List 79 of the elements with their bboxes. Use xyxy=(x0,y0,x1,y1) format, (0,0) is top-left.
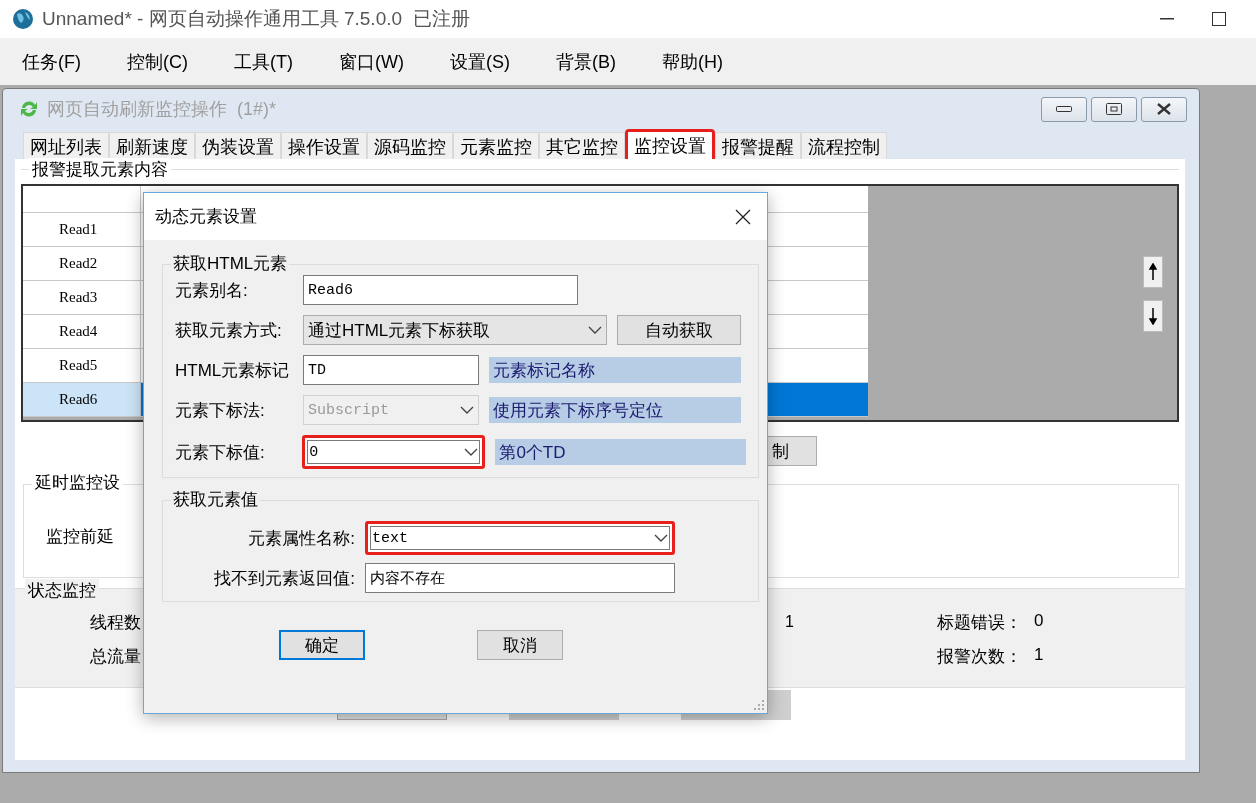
field-hint: 元素标记名称 xyxy=(489,357,741,383)
menu-item[interactable]: 窗口(W) xyxy=(328,45,414,78)
status-label: 报警次数： xyxy=(937,646,1022,668)
field-label: 元素别名: xyxy=(175,279,249,302)
status-label: 标题错误： xyxy=(937,612,1022,634)
chevron-down-icon xyxy=(460,405,474,415)
minimize-icon[interactable] xyxy=(1160,18,1174,20)
tab[interactable]: 监控设置 xyxy=(625,129,715,159)
tab[interactable]: 伪装设置 xyxy=(195,132,281,159)
dialog-title: 动态元素设置 xyxy=(155,206,257,228)
group-title: 获取元素值 xyxy=(171,488,260,511)
status-value: 0 xyxy=(1034,611,1044,632)
group-title: 状态监控 xyxy=(25,579,99,602)
tab[interactable]: 源码监控 xyxy=(367,132,453,159)
chevron-down-icon xyxy=(464,447,479,457)
auto-get-button[interactable]: 自动获取 xyxy=(617,315,741,345)
status-label: 总流量 xyxy=(90,646,141,668)
field-label: 获取元素方式: xyxy=(175,319,283,342)
row-header-cell[interactable]: Read4 xyxy=(23,315,141,349)
tab[interactable]: 网址列表 xyxy=(23,132,109,159)
menu-item[interactable]: 背景(B) xyxy=(545,45,626,78)
tab[interactable]: 其它监控 xyxy=(539,132,625,159)
globe-icon xyxy=(12,8,34,30)
field-hint: 使用元素下标序号定位 xyxy=(489,397,741,423)
menu-item[interactable]: 工具(T) xyxy=(224,45,303,78)
tab[interactable]: 元素监控 xyxy=(453,132,539,159)
tab[interactable]: 刷新速度 xyxy=(109,132,195,159)
row-header-cell[interactable]: Read5 xyxy=(23,349,141,383)
group-title: 报警提取元素内容 xyxy=(29,158,171,181)
arrow-down-icon xyxy=(1149,307,1157,325)
chevron-down-icon xyxy=(588,325,602,335)
resize-grip-icon[interactable] xyxy=(753,699,765,711)
row-header-cell[interactable]: Read3 xyxy=(23,281,141,315)
chevron-down-icon xyxy=(654,533,668,543)
menu-item[interactable]: 控制(C) xyxy=(117,45,198,78)
close-button[interactable] xyxy=(1141,96,1187,122)
close-icon xyxy=(1156,103,1172,115)
menu-item[interactable]: 帮助(H) xyxy=(651,45,733,78)
field-label: 元素属性名称: xyxy=(247,527,355,550)
move-down-button[interactable] xyxy=(1143,300,1163,332)
arrow-up-icon xyxy=(1149,263,1157,281)
minimize-button[interactable] xyxy=(1041,96,1087,122)
child-window-title: 网页自动刷新监控操作 (1#)* xyxy=(47,98,277,121)
move-up-button[interactable] xyxy=(1143,256,1163,288)
status-value: 1 xyxy=(785,613,794,631)
field-hint: 第0个TD xyxy=(495,439,746,465)
row-header-cell[interactable]: Read6 xyxy=(23,383,141,417)
window-title: Unnamed* - 网页自动操作通用工具 7.5.0.0 已注册 xyxy=(42,7,470,31)
restore-icon xyxy=(1106,103,1122,115)
dialog-button[interactable]: 确定 xyxy=(279,630,365,660)
combo-box[interactable]: 0 xyxy=(302,435,486,469)
dropdown[interactable]: 通过HTML元素下标获取 xyxy=(303,315,607,345)
field-label: 元素下标值: xyxy=(175,441,266,464)
refresh-icon xyxy=(19,99,39,119)
text-field[interactable]: 内容不存在 xyxy=(365,563,675,593)
partial-button[interactable]: 制 xyxy=(767,436,817,466)
status-value: 1 xyxy=(1034,645,1044,666)
tab[interactable]: 报警提醒 xyxy=(715,132,801,159)
combo-box[interactable]: text xyxy=(365,521,675,555)
group-title: 延时监控设 xyxy=(32,471,123,494)
menu-item[interactable]: 任务(F) xyxy=(12,45,91,78)
text-field[interactable]: Read6 xyxy=(303,275,578,305)
menu-item[interactable]: 设置(S) xyxy=(439,45,520,78)
minimize-icon xyxy=(1056,106,1072,112)
field-label: 找不到元素返回值: xyxy=(213,567,355,590)
row-header-cell[interactable]: Read1 xyxy=(23,213,141,247)
group-title: 获取HTML元素 xyxy=(171,252,290,275)
dialog-button[interactable]: 取消 xyxy=(477,630,563,660)
close-icon xyxy=(735,208,751,225)
text-field[interactable]: TD xyxy=(303,355,479,385)
field-label: 元素下标法: xyxy=(175,399,266,422)
tab[interactable]: 操作设置 xyxy=(281,132,367,159)
field-label: 监控前延 xyxy=(46,526,114,548)
status-label: 线程数 xyxy=(90,612,141,634)
row-header-cell[interactable]: Read2 xyxy=(23,247,141,281)
maximize-icon[interactable] xyxy=(1212,12,1226,26)
restore-button[interactable] xyxy=(1091,96,1137,122)
tab[interactable]: 流程控制 xyxy=(801,132,887,159)
field-label: HTML元素标记 xyxy=(175,359,291,382)
